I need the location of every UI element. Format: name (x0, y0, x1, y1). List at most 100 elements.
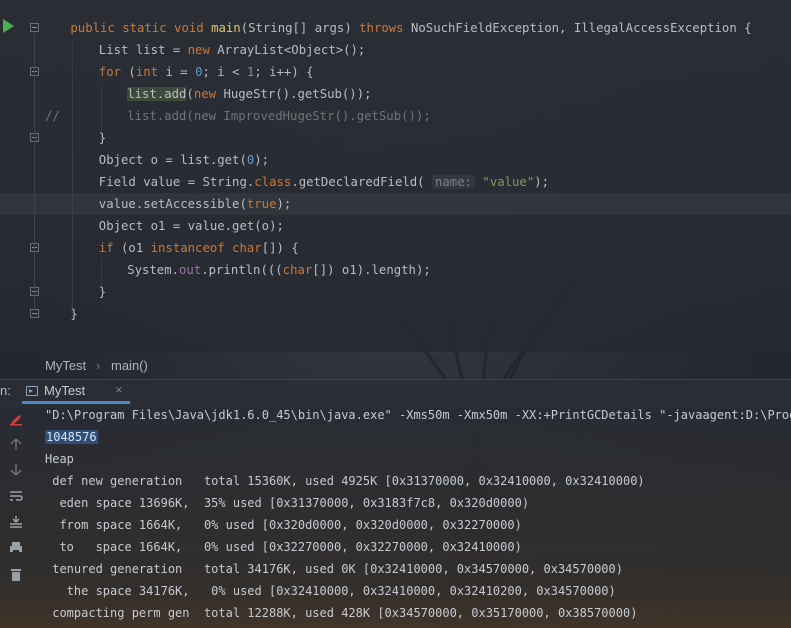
code-token: new (187, 43, 218, 57)
code-token: int (135, 65, 166, 79)
code-token: ); (534, 175, 550, 189)
code-text: for (int i = 0; i < 1; i++) { (99, 61, 314, 83)
code-line[interactable]: List list = new ArrayList<Object>(); (0, 39, 791, 61)
code-text: Object o1 = value.get(o); (99, 215, 284, 237)
breadcrumb-method[interactable]: main() (111, 354, 148, 378)
breadcrumb-class[interactable]: MyTest (45, 354, 86, 378)
console-line: to space 1664K, 0% used [0x32270000, 0x3… (45, 540, 522, 554)
code-token: main (211, 21, 241, 35)
close-icon[interactable]: × (115, 382, 123, 397)
console-panel[interactable]: "D:\Program Files\Java\jdk1.6.0_45\bin\j… (0, 404, 791, 628)
breadcrumb-separator-icon: › (96, 358, 101, 373)
tab-mytest[interactable]: MyTest × (22, 380, 130, 404)
code-token: (String[] args) (240, 21, 360, 35)
code-line[interactable]: public static void main(String[] args) t… (0, 17, 791, 39)
code-token: i = (165, 65, 196, 79)
code-token: System. (127, 263, 180, 277)
code-line[interactable]: System.out.println(((char[]) o1).length)… (0, 259, 791, 281)
code-token: NoSuchFieldException, IllegalAccessExcep… (410, 21, 752, 35)
code-text: public static void main(String[] args) t… (70, 17, 751, 39)
code-token: []) o1).length); (312, 263, 431, 277)
code-text: System.out.println(((char[]) o1).length)… (127, 259, 431, 281)
selected-output[interactable]: 1048576 (45, 430, 98, 444)
code-token: for (98, 65, 129, 79)
code-line[interactable]: if (o1 instanceof char[]) { (0, 237, 791, 259)
console-line: "D:\Program Files\Java\jdk1.6.0_45\bin\j… (45, 408, 791, 422)
code-token: .getDeclaredField( (291, 175, 432, 189)
console-line: from space 1664K, 0% used [0x320d0000, 0… (45, 518, 522, 532)
console-line: eden space 13696K, 35% used [0x31370000,… (45, 496, 530, 510)
code-line[interactable]: list.add(new HugeStr().getSub()); (0, 83, 791, 105)
code-text: Field value = String.class.getDeclaredFi… (99, 171, 549, 193)
code-line[interactable]: value.setAccessible(true); (0, 193, 791, 215)
console-toolbar (0, 404, 32, 628)
code-token: .println((( (201, 263, 283, 277)
console-line: compacting perm gen total 12288K, used 4… (45, 606, 638, 620)
code-token: char (282, 263, 313, 277)
code-token: (o1 (121, 241, 151, 255)
code-text: if (o1 instanceof char[]) { (99, 237, 299, 259)
code-line[interactable]: } (0, 127, 791, 149)
line-comment-marker: // (45, 109, 60, 123)
code-text: } (99, 127, 106, 149)
tab-label: MyTest (44, 383, 86, 398)
code-line[interactable]: for (int i = 0; i < 1; i++) { (0, 61, 791, 83)
console-line: tenured generation total 34176K, used 0K… (45, 562, 623, 576)
tool-window-label: n: (0, 383, 11, 398)
code-text: } (70, 303, 77, 325)
code-text: list.add(new HugeStr().getSub()); (127, 83, 372, 105)
code-token: HugeStr().getSub()); (223, 87, 372, 101)
code-text: Object o = list.get(0); (99, 149, 269, 171)
console-line: Heap (45, 452, 74, 466)
code-token: } (98, 285, 107, 299)
code-text: value.setAccessible(true); (99, 193, 292, 215)
code-token: ); (276, 197, 292, 211)
print-icon[interactable] (8, 540, 24, 556)
console-output[interactable]: "D:\Program Files\Java\jdk1.6.0_45\bin\j… (45, 404, 791, 624)
code-token: new (193, 87, 224, 101)
run-tool-window-header: n: MyTest × (0, 379, 791, 405)
console-line: 1048576 (45, 426, 791, 448)
code-token: throws (359, 21, 411, 35)
code-token: } (98, 131, 107, 145)
code-line[interactable]: } (0, 303, 791, 325)
code-text: List list = new ArrayList<Object>(); (99, 39, 366, 61)
console-tab-icon (26, 386, 38, 396)
up-arrow-icon[interactable] (8, 436, 24, 452)
code-text: } (99, 281, 106, 303)
code-token: out (179, 263, 202, 277)
code-line[interactable]: } (0, 281, 791, 303)
clear-icon[interactable] (8, 410, 24, 426)
code-lines[interactable]: public static void main(String[] args) t… (0, 17, 791, 325)
code-token: Object o = list.get( (98, 153, 247, 167)
breadcrumb: MyTest › main() (0, 354, 791, 378)
code-token: ; i++) { (254, 65, 314, 79)
code-token: list.add (127, 87, 187, 101)
console-line: def new generation total 15360K, used 49… (45, 474, 645, 488)
code-token: if (98, 241, 122, 255)
code-token: ; i < (202, 65, 247, 79)
code-token: public static void (70, 21, 212, 35)
code-token: "value" (475, 175, 535, 189)
code-token: List list = (98, 43, 188, 57)
soft-wrap-icon[interactable] (8, 488, 24, 504)
code-line[interactable]: // list.add(new ImprovedHugeStr().getSub(… (0, 105, 791, 127)
code-token: ArrayList<Object>(); (217, 43, 366, 57)
code-token: class (254, 175, 292, 189)
down-arrow-icon[interactable] (8, 462, 24, 478)
code-line[interactable]: Object o = list.get(0); (0, 149, 791, 171)
code-token: instanceof char (150, 241, 262, 255)
trash-icon[interactable] (8, 566, 24, 582)
code-token: value.setAccessible( (98, 197, 247, 211)
code-token: ( (186, 87, 194, 101)
code-text: list.add(new ImprovedHugeStr().getSub())… (127, 105, 431, 127)
scroll-to-end-icon[interactable] (8, 514, 24, 530)
code-line[interactable]: Object o1 = value.get(o); (0, 215, 791, 237)
code-token: ); (254, 153, 270, 167)
code-token: Object o1 = value.get(o); (98, 219, 284, 233)
code-token: ( (128, 65, 136, 79)
code-line[interactable]: Field value = String.class.getDeclaredFi… (0, 171, 791, 193)
code-token: list.add(new ImprovedHugeStr().getSub())… (127, 109, 431, 123)
code-token: true (246, 197, 277, 211)
code-editor[interactable]: public static void main(String[] args) t… (0, 0, 791, 352)
